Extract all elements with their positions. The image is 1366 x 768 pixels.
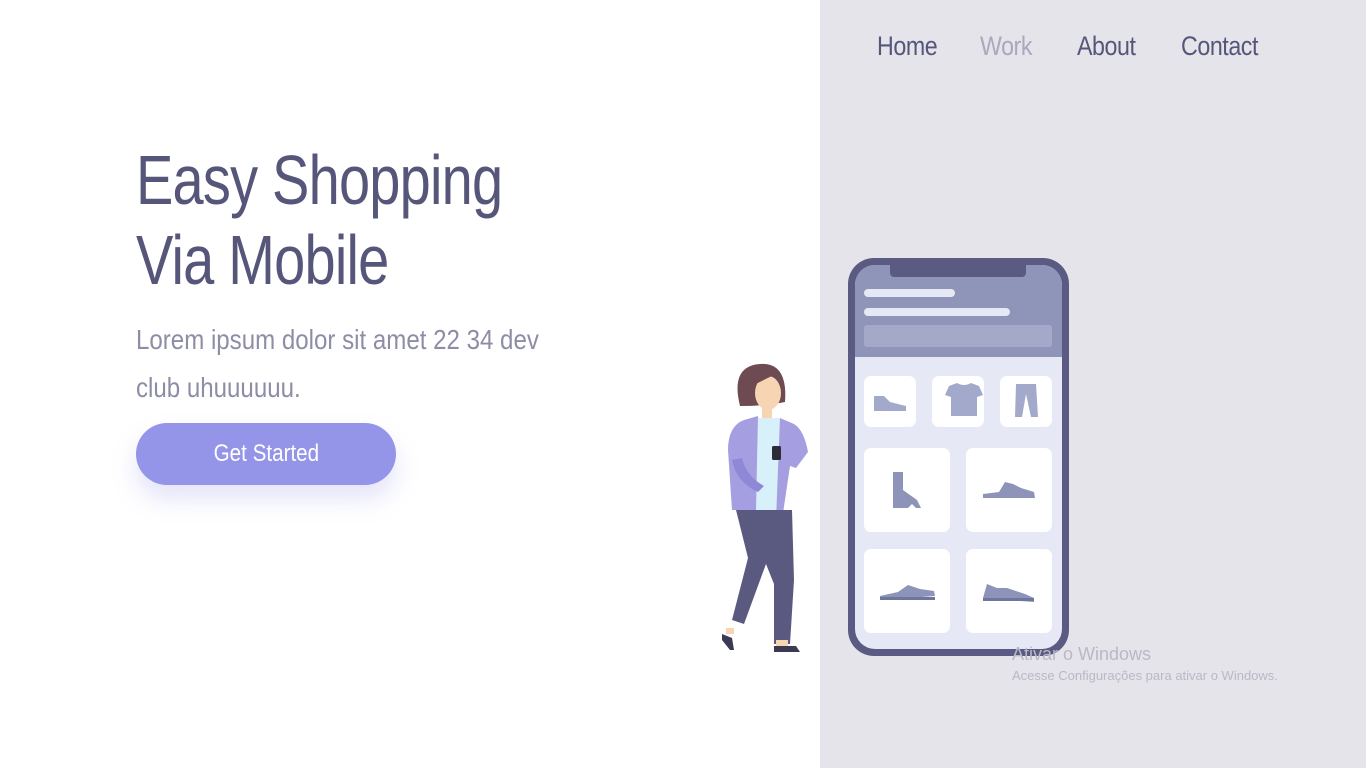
hero-title: Easy Shopping Via Mobile (136, 140, 503, 300)
sneaker-sole (983, 598, 1034, 601)
watermark-subtitle: Acesse Configurações para ativar o Windo… (1012, 668, 1278, 683)
nav-work-link[interactable]: Work (980, 26, 1032, 66)
get-started-button[interactable]: Get Started (136, 423, 396, 485)
woman-illustration (722, 363, 808, 652)
watermark-title: Ativar o Windows (1012, 644, 1152, 664)
windows-activation-watermark: Ativar o Windows Acesse Configurações pa… (1012, 643, 1278, 687)
hero-title-line-2: Via Mobile (136, 221, 389, 299)
nav-about-link[interactable]: About (1077, 26, 1136, 66)
sneaker-sole (880, 597, 935, 600)
nav-home-link[interactable]: Home (877, 26, 938, 66)
nav-contact-link[interactable]: Contact (1181, 26, 1258, 66)
shopping-illustration (722, 258, 1069, 656)
get-started-label: Get Started (213, 440, 319, 467)
hero-title-line-1: Easy Shopping (136, 141, 503, 219)
hero-description: Lorem ipsum dolor sit amet 22 34 dev clu… (136, 324, 539, 403)
